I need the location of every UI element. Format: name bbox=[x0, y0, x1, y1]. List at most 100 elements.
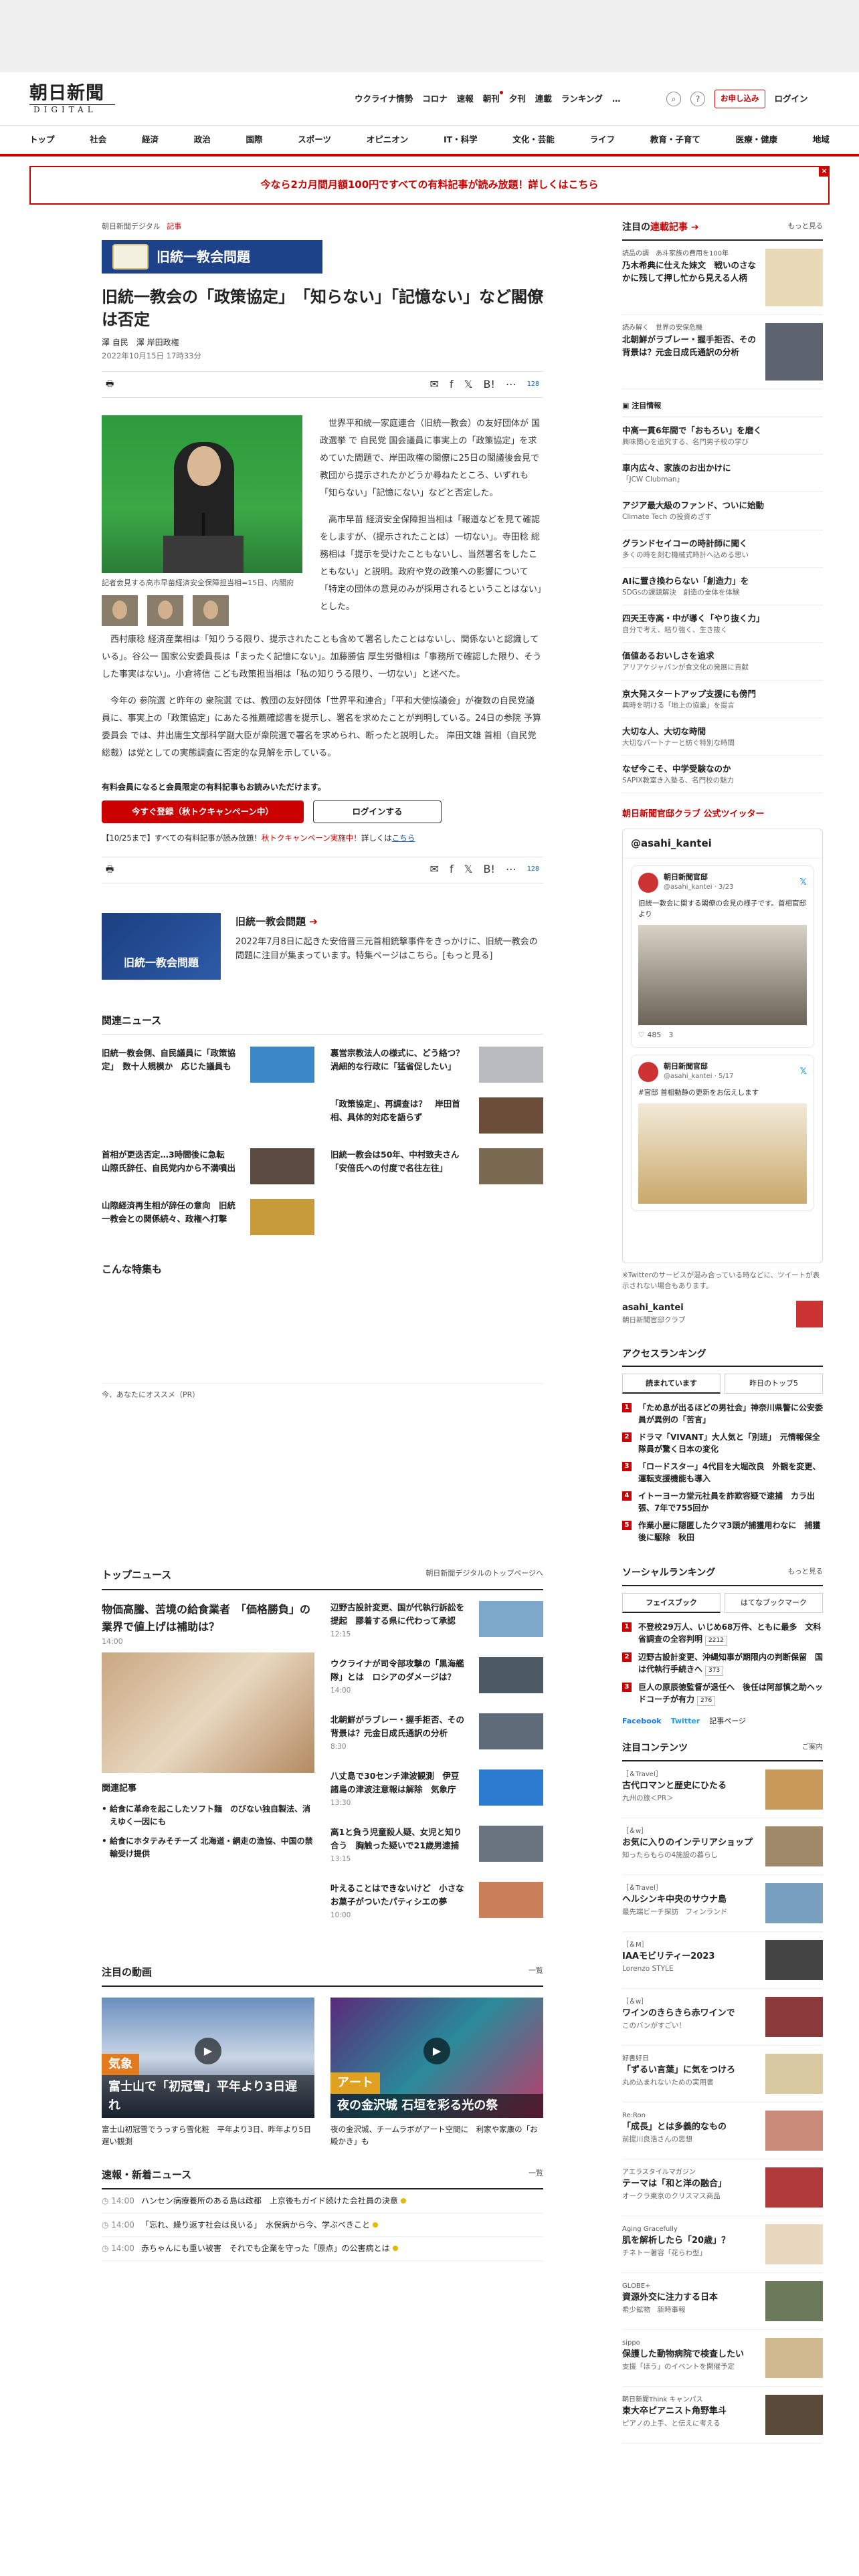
breadcrumb-kind[interactable]: 記事 bbox=[167, 222, 181, 231]
related-item[interactable]: 裏営宗教法人の様式に、どう絡つ？ 渦細的な行政に「猛省促したい」 bbox=[330, 1047, 543, 1083]
tab-facebook[interactable]: フェイスブック bbox=[622, 1592, 721, 1613]
nav-corona[interactable]: コロナ bbox=[422, 92, 448, 105]
attention-item[interactable]: 中高一貫6年間で「おもろい」を磨く 興味関心を追究する、名門男子校の学び bbox=[622, 417, 823, 455]
gnav-region[interactable]: 地域 bbox=[813, 133, 830, 146]
topnews-item[interactable]: 八丈島で30センチ津波観測 伊豆諸島の津波注意報は解除 気象庁 13:30 bbox=[330, 1769, 543, 1818]
breaking-item[interactable]: 14:00「忘れ、繰り返す社会は良いる」 水俣病から今、学ぶべきこと bbox=[102, 2214, 543, 2238]
print-icon[interactable]: 🖶 bbox=[106, 863, 114, 877]
ranking-item[interactable]: 2 ドラマ「VIVANT」大人気と「別班」 元情報保全隊員が驚く日本の変化 bbox=[622, 1428, 823, 1458]
nav-series[interactable]: 連載 bbox=[535, 92, 552, 105]
related-item[interactable]: 山際経済再生相が辞任の意向 旧統一教会との関係続々、政権へ打撃 bbox=[102, 1199, 314, 1236]
more-icon[interactable]: ⋯ bbox=[506, 861, 516, 878]
related-item[interactable]: 旧統一教会は50年、中村致夫さん「安倍氏への付度で名往左往」 bbox=[330, 1148, 543, 1185]
topnews-related-item[interactable]: 給食に革命を起こしたソフト麺 のびない独自製法、消えゆく一因にも bbox=[102, 1800, 314, 1832]
content-item[interactable]: アエラスタイルマガジン テーマは「和と洋の融合」 オークラ東京のクリスマス商品 bbox=[622, 2159, 823, 2216]
twitter-link[interactable]: Twitter bbox=[671, 1715, 700, 1727]
topnews-related-item[interactable]: 給食にホタテみそチーズ 北海道・網走の漁協、中国の禁輸受け提供 bbox=[102, 1832, 314, 1864]
register-button[interactable]: 今すぐ登録（秋トクキャンペーン中） bbox=[102, 800, 304, 824]
attention-item[interactable]: 京大発スタートアップ支援にも傍門 興時を明ける「地上の協業」を提言 bbox=[622, 681, 823, 718]
content-item[interactable]: 好書好日 「ずるい言葉」に気をつけろ 丸め込まれないための実用書 bbox=[622, 2046, 823, 2103]
social-more-link[interactable]: もっと見る bbox=[788, 1566, 824, 1581]
thumbnail[interactable] bbox=[147, 595, 183, 627]
attention-item[interactable]: 価値あるおいしさを追求 アリアケジャパンが食文化の発展に貢献 bbox=[622, 643, 823, 681]
ranking-item[interactable]: 3 巨人の原辰徳監督が退任へ 後任は阿部慎之助ヘッドコーチが有力 276 bbox=[622, 1679, 823, 1709]
contents-more-link[interactable]: ご案内 bbox=[802, 1741, 824, 1756]
gnav-education[interactable]: 教育・子育て bbox=[650, 133, 700, 146]
thumbnail[interactable] bbox=[102, 595, 138, 627]
breaking-item[interactable]: 14:00赤ちゃんにも重い被害 それでも企業を守った「原点」の公害病とは bbox=[102, 2237, 543, 2261]
series-item[interactable]: 読み解く 世界の安保危機 北朝鮮がラブレー・握手拒否、その背景は？元金日成氏通訳の… bbox=[622, 315, 823, 389]
attention-item[interactable]: アジア最大級のファンド、ついに始動 Climate Tech の投資めざす bbox=[622, 492, 823, 530]
list-count[interactable]: 128 bbox=[527, 380, 539, 390]
search-icon[interactable]: ⌕ bbox=[666, 91, 681, 106]
ranking-item[interactable]: 1 「ため息が出るほどの男社会」神奈川県警に公安委員が異例の「苦言」 bbox=[622, 1399, 823, 1428]
attention-item[interactable]: 車内広々、家族のお出かけに 「JCW Clubman」 bbox=[622, 455, 823, 493]
topnews-item[interactable]: 叶えることはできないけど 小さなお菓子がついたパティシエの夢 10:00 bbox=[330, 1881, 543, 1930]
breadcrumb-site[interactable]: 朝日新聞デジタル bbox=[102, 222, 161, 231]
tab-hatena[interactable]: はてなブックマーク bbox=[725, 1592, 823, 1613]
article-page-link[interactable]: 記事ページ bbox=[709, 1715, 746, 1727]
topnews-item[interactable]: 北朝鮮がラブレー・握手拒否、その背景は？元金日成氏通訳の分析 8:30 bbox=[330, 1713, 543, 1761]
attention-item[interactable]: なぜ今こそ、中学受験なのか SAPIX教室き入塾る、名門校の魅力 bbox=[622, 756, 823, 794]
site-logo[interactable]: 朝日新聞 DIGITAL bbox=[29, 83, 115, 115]
content-item[interactable]: ［＆M］ IAAモビリティー2023 Lorenzo STYLE bbox=[622, 1932, 823, 1989]
topnews-more-link[interactable]: 朝日新聞デジタルのトップページへ bbox=[425, 1568, 543, 1583]
tweet[interactable]: 朝日新聞官邸 @asahi_kantei · 3/23 𝕏 旧統一教会に関する閣僚の… bbox=[631, 865, 814, 1048]
gnav-it-science[interactable]: IT・科学 bbox=[444, 133, 478, 146]
nav-breaking[interactable]: 速報 bbox=[457, 92, 474, 105]
article-authors[interactable]: 澤 自民 澤 岸田政権 bbox=[102, 336, 543, 349]
play-icon[interactable]: ▶ bbox=[195, 2037, 221, 2064]
nav-ranking[interactable]: ランキング bbox=[561, 92, 603, 105]
mail-icon[interactable]: ✉ bbox=[430, 377, 439, 393]
content-item[interactable]: Aging Gracefully 肌を解析したら「20歳」？ チネトー著容「花らわ型… bbox=[622, 2216, 823, 2273]
content-item[interactable]: sippo 保護した動物病院で検査したい 支援「ほう」のイベントを開催予定 bbox=[622, 2330, 823, 2387]
print-icon[interactable]: 🖶 bbox=[106, 378, 114, 391]
gnav-opinion[interactable]: オピニオン bbox=[367, 133, 409, 146]
login-link[interactable]: ログイン bbox=[775, 92, 808, 105]
campaign-link[interactable]: こちら bbox=[392, 833, 415, 843]
content-item[interactable]: GLOBE+ 資源外交に注力する日本 希少鉱物 新時事報 bbox=[622, 2273, 823, 2330]
ranking-item[interactable]: 4 イトーヨーカ堂元社員を詐欺容疑で逮捕 カラ出張、7年で755回か bbox=[622, 1487, 823, 1517]
gnav-health[interactable]: 医療・健康 bbox=[736, 133, 778, 146]
content-item[interactable]: ［＆Travel］ 古代ロマンと歴史にひたる 九州の旅＜PR＞ bbox=[622, 1761, 823, 1818]
hatena-icon[interactable]: B! bbox=[483, 861, 494, 878]
video-card[interactable]: ▶ アート 夜の金沢城 石垣を彩る光の祭 夜の金沢城、チームラボがアート空間に … bbox=[330, 1997, 543, 2147]
gnav-sports[interactable]: スポーツ bbox=[298, 133, 331, 146]
hatena-icon[interactable]: B! bbox=[483, 377, 494, 393]
twitter-icon[interactable]: 𝕏 bbox=[464, 861, 473, 878]
twitter-icon[interactable]: 𝕏 bbox=[464, 377, 473, 393]
twitter-embed[interactable]: @asahi_kantei 朝日新聞官邸 @asahi_kantei · 3/23… bbox=[622, 828, 823, 1263]
attention-item[interactable]: AIに置き換わらない「創造力」を SDGsの課題解決 創造の全体を体験 bbox=[622, 568, 823, 606]
facebook-icon[interactable]: f bbox=[450, 377, 454, 393]
nav-evening[interactable]: 夕刊 bbox=[509, 92, 526, 105]
gnav-culture[interactable]: 文化・芸能 bbox=[512, 133, 555, 146]
gnav-politics[interactable]: 政治 bbox=[194, 133, 211, 146]
topnews-item[interactable]: 辺野古設計変更、国が代執行訴訟を提起 膠着する県に代わって承認 12:15 bbox=[330, 1600, 543, 1649]
related-item[interactable]: 旧統一教会側、自民議員に「政策協定」 数十人規模か 応じた議員も bbox=[102, 1047, 314, 1083]
twitter-account[interactable]: asahi_kantei 朝日新聞官邸クラブ bbox=[622, 1300, 823, 1327]
related-item[interactable]: 「政策協定」、再調査は？ 岸田首相、具体的対応を語らず bbox=[330, 1097, 543, 1134]
tweet[interactable]: 朝日新聞官邸 @asahi_kantei · 5/17 𝕏 #官邸 首相動静の更新を… bbox=[631, 1054, 814, 1211]
series-banner[interactable]: 旧統一教会問題 bbox=[102, 240, 322, 274]
content-item[interactable]: ［＆w］ ワインのきらきら赤ワインで このバンがすごい！ bbox=[622, 1989, 823, 2046]
content-item[interactable]: 朝日新聞Think キャンパス 東大卒ピアニスト角野隼斗 ピアノの上手、と伝えに考え… bbox=[622, 2387, 823, 2444]
more-icon[interactable]: ⋯ bbox=[506, 377, 516, 393]
promo-title[interactable]: 旧統一教会問題 ➔ bbox=[235, 914, 543, 930]
play-icon[interactable]: ▶ bbox=[423, 2037, 450, 2064]
gnav-economy[interactable]: 経済 bbox=[142, 133, 159, 146]
content-item[interactable]: Re:Ron 「成長」とは多義的なもの 前提川良浩さんの思想 bbox=[622, 2103, 823, 2159]
video-card[interactable]: ▶ 気象 富士山で「初冠雪」平年より3日遅れ 富士山初冠雪でうっすら雪化粧 平年… bbox=[102, 1997, 314, 2147]
series-more-link[interactable]: もっと見る bbox=[788, 221, 824, 235]
ranking-item[interactable]: 5 作業小屋に隠匿したクマ3頭が捕獲用わなに 捕獲後に駆除 秋田 bbox=[622, 1517, 823, 1546]
related-item[interactable]: 首相が更迭否定…3時間後に急転 山際氏辞任、自民党内から不満噴出 bbox=[102, 1148, 314, 1185]
subscribe-button[interactable]: お申し込み bbox=[714, 90, 765, 108]
login-button[interactable]: ログインする bbox=[313, 800, 442, 824]
ranking-item[interactable]: 1 不登校29万人、いじめ68万件、ともに最多 文科省調査の全容判明 2212 bbox=[622, 1618, 823, 1648]
photo-image[interactable] bbox=[102, 415, 302, 574]
close-icon[interactable]: × bbox=[819, 166, 830, 177]
topnews-item[interactable]: ウクライナが司令部攻撃の「黒海艦隊」とは ロシアのダメージは？ 14:00 bbox=[330, 1656, 543, 1705]
nav-morning[interactable]: 朝刊 bbox=[483, 90, 503, 105]
help-icon[interactable]: ? bbox=[690, 91, 705, 106]
breaking-more-link[interactable]: 一覧 bbox=[529, 2167, 543, 2183]
mail-icon[interactable]: ✉ bbox=[430, 861, 439, 878]
